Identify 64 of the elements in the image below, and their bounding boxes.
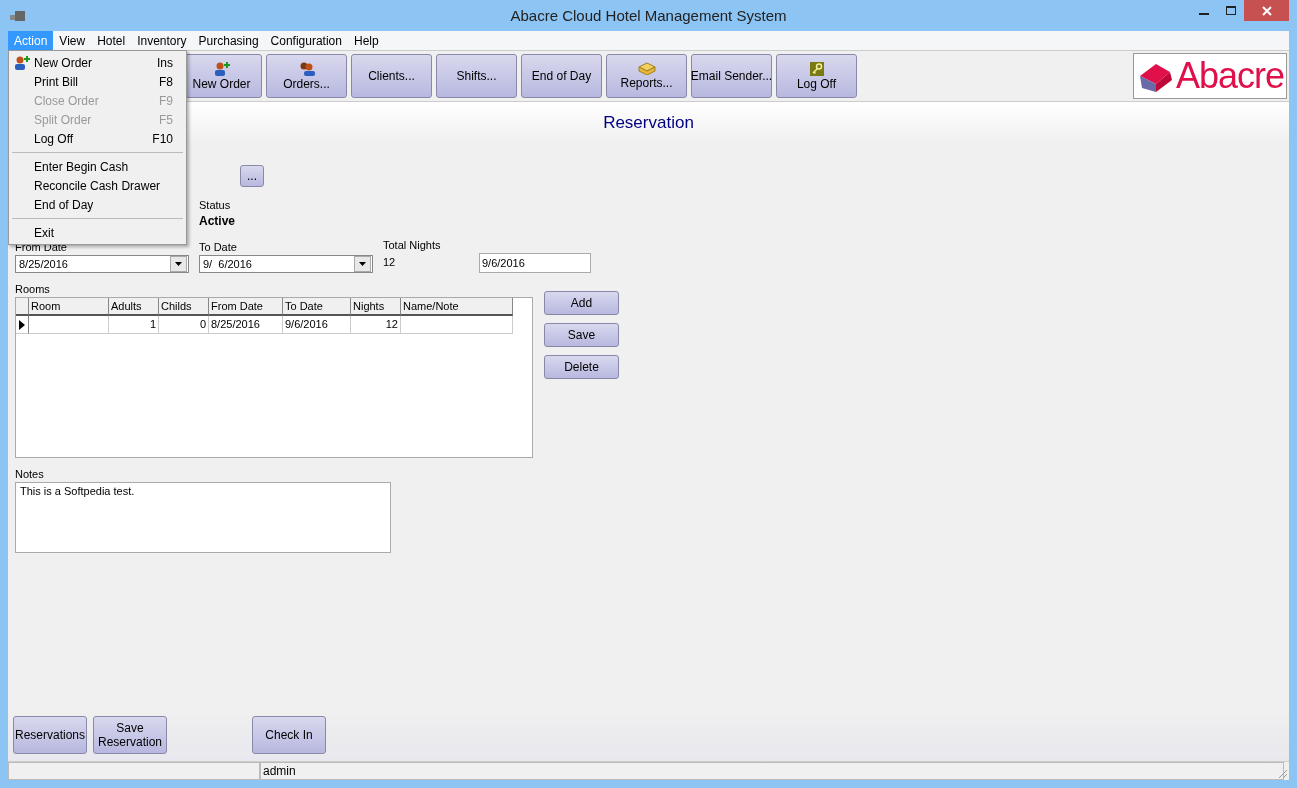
toolbar-button[interactable]: Email Sender... xyxy=(691,54,772,98)
menu-item[interactable]: Help xyxy=(347,31,385,50)
toolbar-button[interactable]: Shifts... xyxy=(436,54,517,98)
status-label: Status xyxy=(199,198,232,212)
total-nights-value: 12 xyxy=(383,255,397,270)
table-cell: 12 xyxy=(351,316,401,334)
menu-item[interactable]: Configuration xyxy=(264,31,348,50)
toolbar-button[interactable]: Clients... xyxy=(351,54,432,98)
grid-corner-cell xyxy=(16,298,29,316)
table-cell: 1 xyxy=(109,316,159,334)
maximize-icon xyxy=(1225,5,1236,16)
menu-item[interactable]: View xyxy=(53,31,92,50)
column-header[interactable]: Childs xyxy=(159,298,209,316)
window-title: Abacre Cloud Hotel Management System xyxy=(509,7,788,24)
person-add-icon xyxy=(13,55,30,70)
notes-label: Notes xyxy=(15,468,45,480)
bottom-button[interactable]: Reservations xyxy=(13,716,87,754)
toolbar-button[interactable]: End of Day xyxy=(521,54,602,98)
column-header[interactable]: Nights xyxy=(351,298,401,316)
menu-item[interactable]: Enter Begin Cash xyxy=(9,157,186,176)
browse-button[interactable]: ... xyxy=(240,165,264,187)
minimize-icon xyxy=(1198,12,1209,15)
room-action-button[interactable]: Save xyxy=(544,323,619,347)
menu-item[interactable]: End of Day xyxy=(9,195,186,214)
status-bar-panel: admin xyxy=(260,762,1284,780)
resize-grip-icon xyxy=(1276,767,1288,779)
menu-item[interactable]: Exit xyxy=(9,223,186,242)
menu-item[interactable]: Reconcile Cash Drawer xyxy=(9,176,186,195)
room-action-button[interactable]: Delete xyxy=(544,355,619,379)
toolbar-button[interactable]: Reports... xyxy=(606,54,687,98)
bottom-button[interactable]: Check In xyxy=(252,716,326,754)
column-header[interactable]: Adults xyxy=(109,298,159,316)
app-icon xyxy=(10,9,26,22)
rooms-label: Rooms xyxy=(15,283,51,295)
menu-item[interactable]: Purchasing xyxy=(192,31,265,50)
close-button[interactable] xyxy=(1244,0,1289,21)
logo: Abacre xyxy=(1132,53,1287,99)
to-date-label: To Date xyxy=(199,241,238,253)
person-add-icon xyxy=(213,61,230,76)
menu-item[interactable]: Inventory xyxy=(131,31,193,50)
box-icon xyxy=(637,62,656,75)
table-cell: 9/6/2016 xyxy=(283,316,351,334)
toolbar-button[interactable]: Log Off xyxy=(776,54,857,98)
row-header-cell[interactable] xyxy=(16,316,29,334)
status-value: Active xyxy=(199,214,237,228)
table-cell: 8/25/2016 xyxy=(209,316,283,334)
column-header[interactable]: Name/Note xyxy=(401,298,513,316)
page-title: Reservation xyxy=(603,113,694,133)
column-header[interactable]: Room xyxy=(29,298,109,316)
column-header[interactable]: To Date xyxy=(283,298,351,316)
bottom-button[interactable]: Save Reservation xyxy=(93,716,167,754)
to-date-dropdown[interactable]: 9/ 6/2016 xyxy=(199,255,373,273)
menu-item[interactable]: Hotel xyxy=(91,31,132,50)
room-action-button[interactable]: Add xyxy=(544,291,619,315)
column-header[interactable]: From Date xyxy=(209,298,283,316)
key-icon xyxy=(809,61,824,76)
toolbar-button[interactable]: Orders... xyxy=(266,54,347,98)
total-nights-label: Total Nights xyxy=(383,239,442,251)
notes-field[interactable]: This is a Softpedia test. xyxy=(15,482,391,553)
from-date-dropdown[interactable]: 8/25/2016 xyxy=(15,255,189,273)
close-icon xyxy=(1261,5,1272,16)
table-cell: 0 xyxy=(159,316,209,334)
menu-item[interactable]: Log Off F10 xyxy=(9,129,186,148)
date-input-field[interactable]: 9/6/2016 xyxy=(479,253,591,273)
